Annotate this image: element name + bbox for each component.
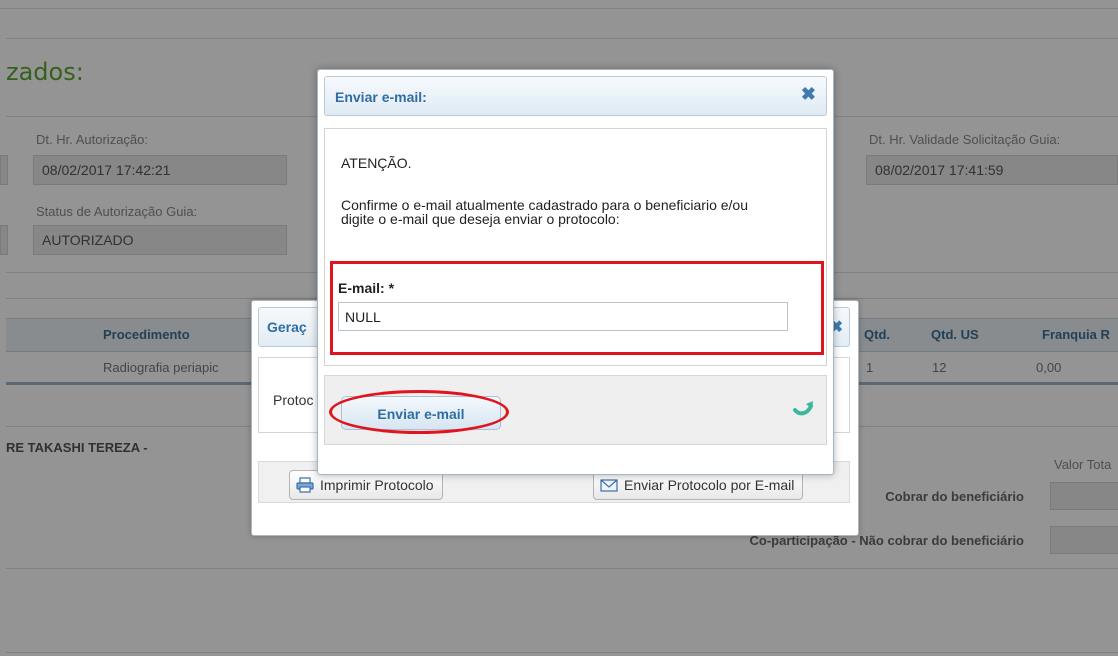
- send-email-dialog-title: Enviar e-mail:: [335, 89, 427, 105]
- close-icon[interactable]: ✖: [801, 84, 816, 105]
- email-label: E-mail: *: [338, 280, 395, 296]
- send-email-dialog-footer: Enviar e-mail: [324, 375, 827, 445]
- send-email-dialog-body: ATENÇÃO. Confirme o e-mail atualmente ca…: [324, 128, 827, 366]
- send-email-dialog: Enviar e-mail: ✖ ATENÇÃO. Confirme o e-m…: [317, 69, 834, 475]
- email-protocol-label: Enviar Protocolo por E-mail: [624, 477, 795, 493]
- instruction-text: Confirme o e-mail atualmente cadastrado …: [341, 197, 749, 227]
- refresh-icon: [793, 401, 813, 416]
- email-input[interactable]: [338, 302, 788, 331]
- attention-text: ATENÇÃO.: [341, 155, 412, 171]
- print-protocol-label: Imprimir Protocolo: [320, 477, 434, 493]
- highlight-ellipse: [329, 390, 509, 434]
- protocol-text: Protoc: [273, 392, 314, 408]
- protocol-dialog-title: Geraç: [267, 319, 307, 335]
- envelope-icon: [600, 479, 618, 492]
- send-email-dialog-header: Enviar e-mail: ✖: [324, 76, 827, 116]
- printer-icon: [296, 477, 314, 493]
